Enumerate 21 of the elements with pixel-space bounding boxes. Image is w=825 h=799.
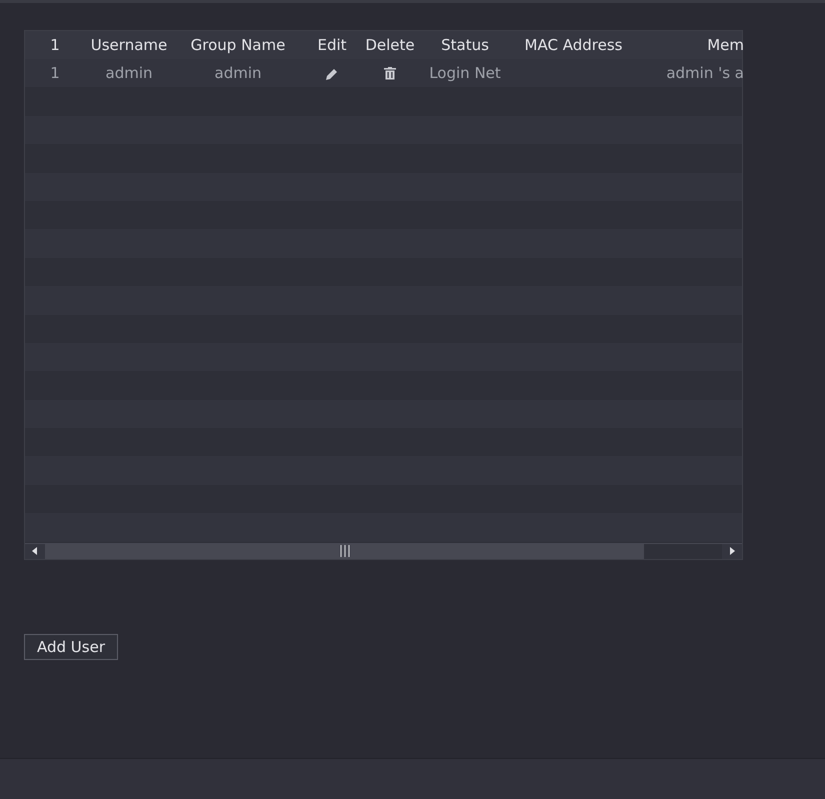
- delete-icon[interactable]: [384, 67, 396, 80]
- table-cell: admin: [214, 64, 262, 82]
- edit-icon[interactable]: [325, 66, 339, 81]
- column-header: Group Name: [190, 36, 286, 54]
- left-arrow-icon: [32, 547, 38, 556]
- column-header: 1: [50, 36, 60, 54]
- table-cell: admin: [106, 64, 152, 82]
- scroll-left-button[interactable]: [25, 544, 45, 559]
- table-cell: Login Net: [429, 64, 501, 82]
- column-header: Username: [90, 36, 168, 54]
- column-header: Edit: [317, 36, 347, 54]
- add-user-button[interactable]: Add User: [24, 634, 118, 660]
- scrollbar-thumb[interactable]: [45, 544, 644, 559]
- table-cell: admin 's a: [666, 64, 744, 82]
- row-number: 1: [50, 64, 60, 82]
- scroll-right-button[interactable]: [722, 544, 742, 559]
- column-header: Status: [441, 36, 489, 54]
- column-header: Delete: [365, 36, 415, 54]
- column-header: MAC Address: [524, 36, 622, 54]
- right-arrow-icon: [729, 547, 735, 556]
- column-header: Mem: [707, 36, 744, 54]
